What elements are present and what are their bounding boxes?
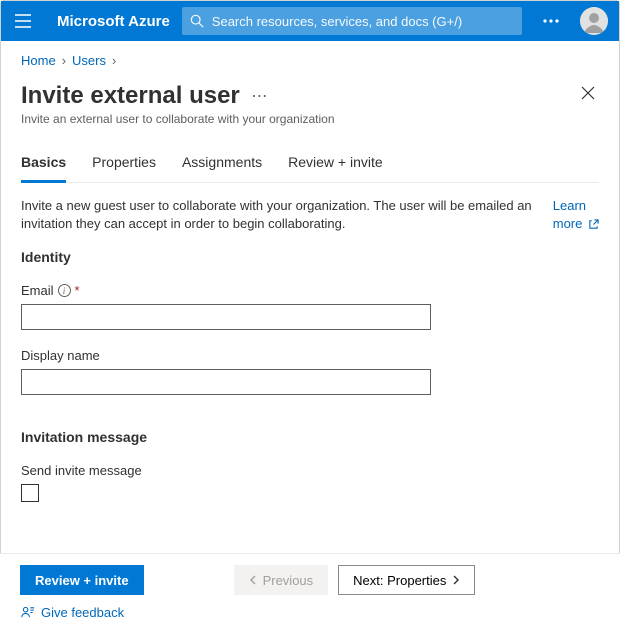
email-label: Email i * xyxy=(21,283,599,298)
avatar-icon xyxy=(580,7,608,35)
page-title: Invite external user xyxy=(21,82,240,109)
feedback-icon xyxy=(20,605,35,620)
title-more-button[interactable]: ⋯ xyxy=(251,88,267,105)
section-identity: Identity xyxy=(21,249,599,265)
tab-properties[interactable]: Properties xyxy=(92,148,156,183)
breadcrumb-users[interactable]: Users xyxy=(72,53,106,68)
top-bar: Microsoft Azure Search resources, servic… xyxy=(1,1,619,41)
display-name-label: Display name xyxy=(21,348,599,363)
intro-text: Invite a new guest user to collaborate w… xyxy=(21,197,533,233)
send-invite-checkbox[interactable] xyxy=(21,484,39,502)
display-name-input[interactable] xyxy=(21,369,431,395)
info-icon[interactable]: i xyxy=(58,284,71,297)
user-avatar[interactable] xyxy=(580,7,608,35)
give-feedback-link[interactable]: Give feedback xyxy=(20,605,600,620)
page-subtitle: Invite an external user to collaborate w… xyxy=(21,112,335,126)
chevron-right-icon: › xyxy=(112,53,116,68)
tab-assignments[interactable]: Assignments xyxy=(182,148,262,183)
brand-label: Microsoft Azure xyxy=(57,13,170,30)
close-icon xyxy=(581,86,595,100)
title-block: Invite external user ⋯ Invite an externa… xyxy=(21,82,335,126)
previous-button: Previous xyxy=(234,565,329,595)
chevron-right-icon: › xyxy=(62,53,66,68)
learn-more-link[interactable]: Learn more xyxy=(553,197,599,233)
close-button[interactable] xyxy=(577,82,599,107)
page-body: Home › Users › Invite external user ⋯ In… xyxy=(1,41,619,502)
email-input[interactable] xyxy=(21,304,431,330)
next-button[interactable]: Next: Properties xyxy=(338,565,475,595)
global-search[interactable]: Search resources, services, and docs (G+… xyxy=(182,7,522,35)
breadcrumb: Home › Users › xyxy=(21,53,599,68)
breadcrumb-home[interactable]: Home xyxy=(21,53,56,68)
tab-basics[interactable]: Basics xyxy=(21,148,66,183)
external-link-icon xyxy=(588,219,599,230)
search-icon xyxy=(190,14,204,28)
search-placeholder: Search resources, services, and docs (G+… xyxy=(212,14,462,29)
review-invite-button[interactable]: Review + invite xyxy=(20,565,144,595)
chevron-right-icon xyxy=(452,575,460,585)
hamburger-icon xyxy=(15,14,31,28)
chevron-left-icon xyxy=(249,575,257,585)
footer-bar: Review + invite Previous Next: Propertie… xyxy=(0,553,620,630)
tab-review-invite[interactable]: Review + invite xyxy=(288,148,383,183)
send-invite-label: Send invite message xyxy=(21,463,599,478)
more-actions[interactable] xyxy=(534,1,568,41)
ellipsis-icon xyxy=(543,19,559,23)
hamburger-menu[interactable] xyxy=(1,1,45,41)
required-marker: * xyxy=(75,283,80,298)
tab-bar: Basics Properties Assignments Review + i… xyxy=(21,148,599,183)
section-invitation: Invitation message xyxy=(21,429,599,445)
